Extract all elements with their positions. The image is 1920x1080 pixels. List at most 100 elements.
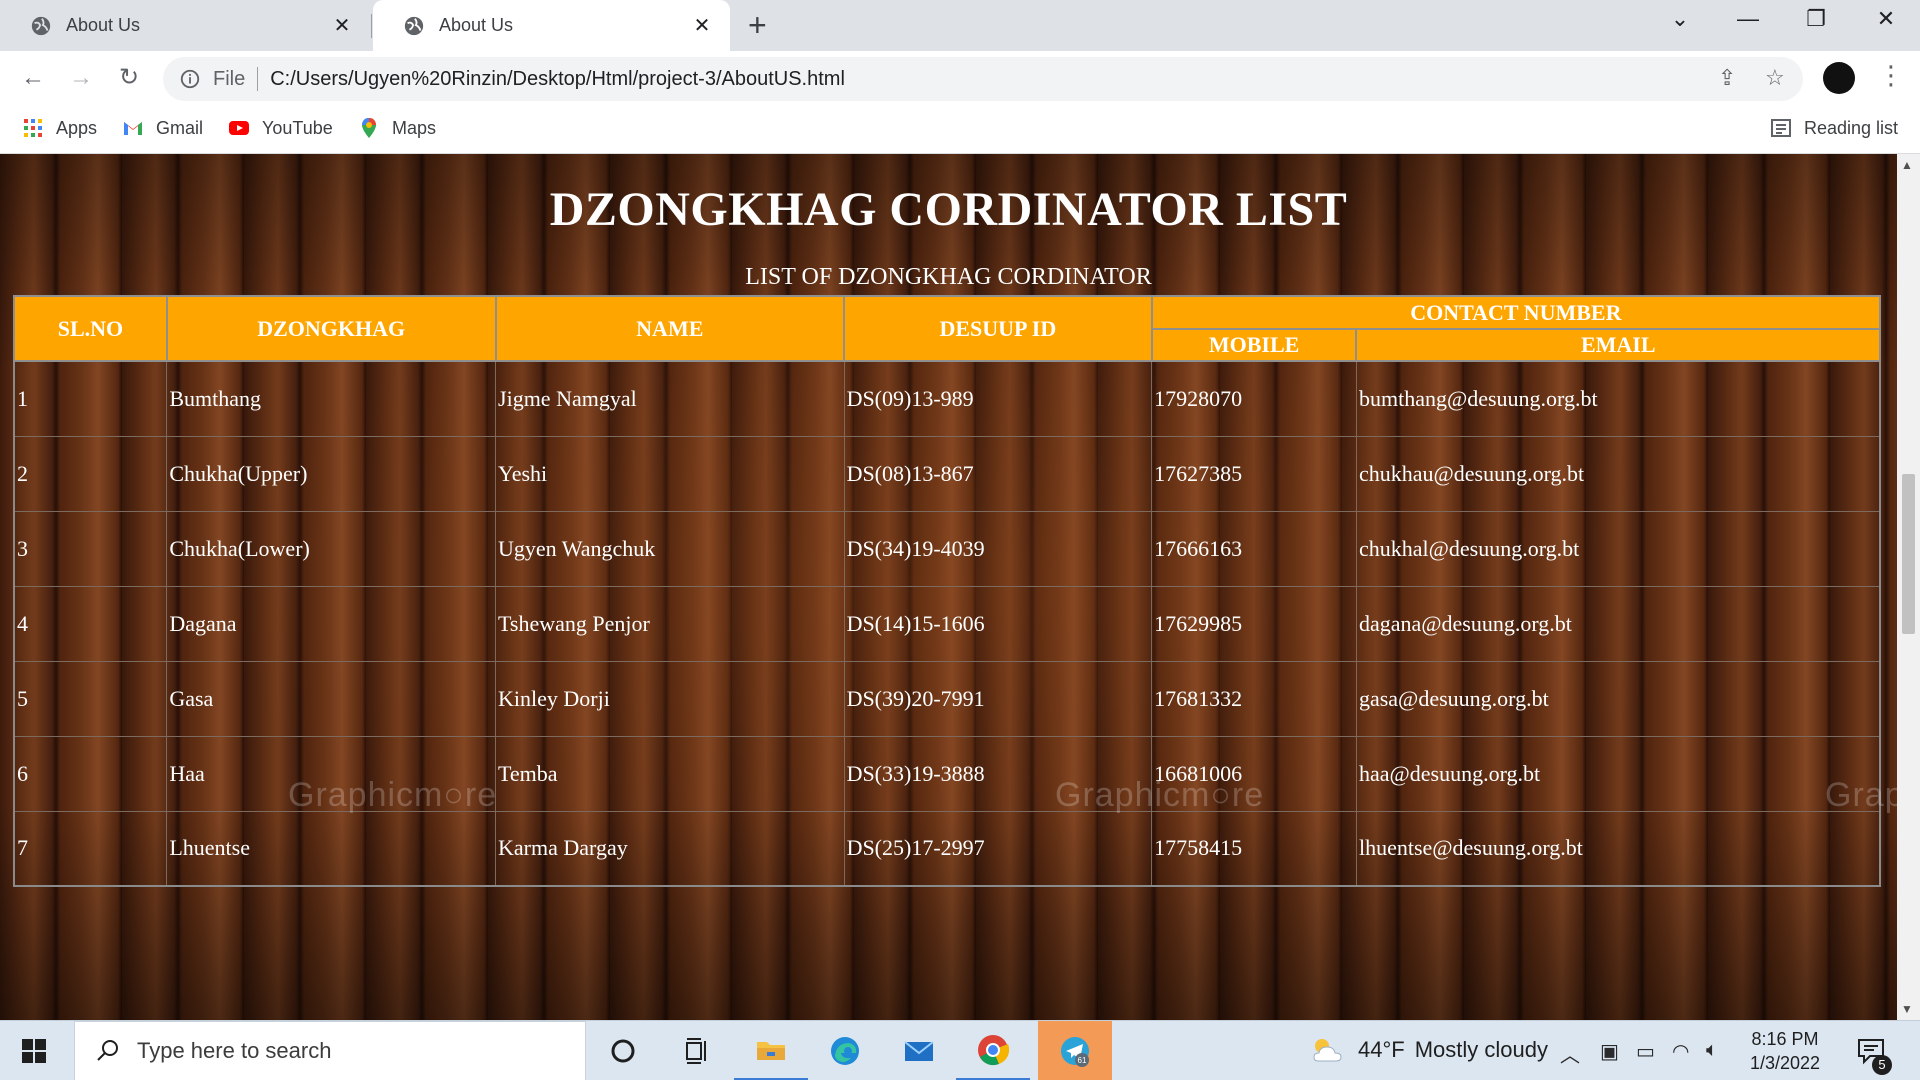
divider — [257, 67, 259, 91]
cell-dzongkhag: Lhuentse — [166, 810, 497, 887]
reading-list-button[interactable]: Reading list — [1770, 117, 1898, 139]
windows-start-icon[interactable] — [22, 1039, 46, 1063]
table-row: 3 Chukha(Lower) Ugyen Wangchuk DS(34)19-… — [13, 510, 1881, 587]
cell-dzongkhag: Dagana — [166, 585, 497, 662]
table-row: 2 Chukha(Upper) Yeshi DS(08)13-867 17627… — [13, 435, 1881, 512]
bookmarks-bar: Apps Gmail YouTube Maps Reading list — [0, 105, 1920, 154]
chrome-icon — [978, 1034, 1010, 1065]
info-icon[interactable] — [179, 68, 201, 90]
header-name: NAME — [494, 295, 846, 362]
cell-sl-no: 1 — [13, 360, 168, 437]
scroll-up-arrow-icon[interactable]: ▲ — [1901, 158, 1913, 172]
cell-desuup-id: DS(25)17-2997 — [843, 810, 1153, 887]
cell-email: lhuentse@desuung.org.bt — [1355, 810, 1881, 887]
weather-description: Mostly cloudy — [1414, 1037, 1548, 1062]
task-view-icon — [686, 1038, 706, 1064]
close-icon[interactable]: ✕ — [330, 13, 354, 38]
forward-arrow-icon[interactable]: → — [66, 63, 96, 93]
reading-list-icon — [1771, 119, 1791, 137]
profile-avatar[interactable] — [1823, 62, 1855, 94]
header-mobile: MOBILE — [1150, 328, 1358, 362]
header-desuup-id: DESUUP ID — [843, 295, 1153, 362]
tab-about-us-1[interactable]: About Us ✕ — [0, 0, 370, 51]
cell-sl-no: 2 — [13, 435, 168, 512]
page-title: DZONGKHAG CORDINATOR LIST — [549, 183, 1348, 236]
close-window-button[interactable]: ✕ — [1866, 6, 1906, 32]
table-row: 4 Dagana Tshewang Penjor DS(14)15-1606 1… — [13, 585, 1881, 662]
minimize-button[interactable]: — — [1728, 6, 1768, 32]
bookmark-youtube[interactable]: YouTube — [228, 117, 333, 139]
page-viewport: DZONGKHAG CORDINATOR LIST LIST OF DZONGK… — [0, 154, 1897, 1020]
address-bar[interactable]: File C:/Users/Ugyen%20Rinzin/Desktop/Htm… — [163, 57, 1803, 101]
taskbar-search[interactable]: Type here to search — [74, 1021, 586, 1080]
edge-icon — [831, 1037, 859, 1065]
taskbar: Type here to search 61 44°F Mostly cloud… — [0, 1020, 1920, 1080]
telegram-icon: 61 — [1061, 1037, 1089, 1067]
reading-list-label: Reading list — [1804, 117, 1899, 138]
more-menu-icon[interactable]: ⋮ — [1878, 57, 1904, 93]
cell-dzongkhag: Chukha(Lower) — [166, 510, 497, 587]
mail-button[interactable] — [882, 1021, 956, 1080]
share-icon[interactable]: ⇪ — [1718, 65, 1736, 91]
cloud-sun-icon — [1313, 1039, 1342, 1062]
watermark-text: Grap — [1825, 776, 1897, 814]
tab-separator — [371, 14, 372, 38]
meet-now-icon[interactable]: ▣ — [1600, 1039, 1619, 1064]
cell-mobile: 17627385 — [1151, 435, 1357, 512]
bookmark-gmail[interactable]: Gmail — [122, 117, 203, 139]
reload-icon[interactable]: ↻ — [114, 63, 144, 93]
clock-time: 8:16 PM — [1751, 1029, 1819, 1049]
battery-icon[interactable]: ▭ — [1636, 1039, 1655, 1064]
cell-desuup-id: DS(34)19-4039 — [843, 510, 1153, 587]
weather-temperature: 44°F — [1358, 1037, 1405, 1062]
cell-mobile: 17758415 — [1151, 810, 1357, 887]
telegram-button[interactable]: 61 — [1038, 1021, 1112, 1080]
cortana-icon — [611, 1039, 635, 1063]
tab-search-icon[interactable]: ⌄ — [1660, 6, 1700, 32]
bookmark-label: Apps — [56, 117, 98, 138]
url-text[interactable]: C:/Users/Ugyen%20Rinzin/Desktop/Html/pro… — [270, 68, 845, 91]
cell-name: Jigme Namgyal — [495, 360, 845, 437]
bookmark-apps[interactable]: Apps — [22, 117, 97, 139]
mail-icon — [904, 1041, 934, 1061]
scroll-down-arrow-icon[interactable]: ▼ — [1901, 1002, 1913, 1016]
scroll-thumb[interactable] — [1902, 474, 1915, 634]
new-tab-button[interactable]: + — [748, 8, 767, 42]
cell-name: Karma Dargay — [495, 810, 845, 887]
show-hidden-icons-chevron-icon[interactable]: ︿ — [1560, 1039, 1580, 1068]
table-row: 7 Lhuentse Karma Dargay DS(25)17-2997 17… — [13, 810, 1881, 887]
tab-about-us-2[interactable]: About Us ✕ — [373, 0, 730, 51]
cell-mobile: 17629985 — [1151, 585, 1357, 662]
watermark-text: Graphicm○re — [1055, 776, 1265, 814]
bookmark-maps[interactable]: Maps — [358, 117, 436, 139]
header-sl-no: SL.NO — [13, 295, 168, 362]
globe-icon — [31, 16, 51, 35]
volume-icon[interactable]: 🔈︎ — [1706, 1039, 1718, 1062]
cell-sl-no: 5 — [13, 660, 168, 737]
maps-icon — [362, 118, 376, 138]
cortana-button[interactable] — [586, 1021, 660, 1080]
cell-mobile: 17666163 — [1151, 510, 1357, 587]
bookmark-label: Gmail — [156, 117, 204, 138]
cell-email: chukhau@desuung.org.bt — [1355, 435, 1881, 512]
page-scrollbar[interactable]: ▲ ▼ — [1897, 154, 1920, 1020]
cell-dzongkhag: Gasa — [166, 660, 497, 737]
chrome-button[interactable] — [956, 1021, 1030, 1080]
task-view-button[interactable] — [660, 1021, 734, 1080]
restore-button[interactable]: ❐ — [1796, 6, 1836, 32]
back-arrow-icon[interactable]: ← — [18, 63, 48, 93]
cell-name: Temba — [495, 735, 845, 812]
file-explorer-button[interactable] — [734, 1021, 808, 1080]
bookmark-label: Maps — [392, 117, 437, 138]
browser-toolbar: ← → ↻ File C:/Users/Ugyen%20Rinzin/Deskt… — [0, 51, 1920, 105]
close-icon[interactable]: ✕ — [690, 13, 714, 38]
wifi-icon[interactable]: ◠ — [1672, 1039, 1689, 1064]
cell-sl-no: 4 — [13, 585, 168, 662]
clock-date: 1/3/2022 — [1749, 1053, 1821, 1073]
cell-name: Tshewang Penjor — [495, 585, 845, 662]
system-clock[interactable]: 8:16 PM 1/3/2022 — [1740, 1027, 1830, 1075]
star-icon[interactable]: ☆ — [1765, 65, 1785, 91]
edge-button[interactable] — [808, 1021, 882, 1080]
weather-widget[interactable]: 44°F Mostly cloudy — [1310, 1035, 1548, 1065]
tab-strip: About Us ✕ About Us ✕ + ⌄ — ❐ ✕ — [0, 0, 1920, 51]
